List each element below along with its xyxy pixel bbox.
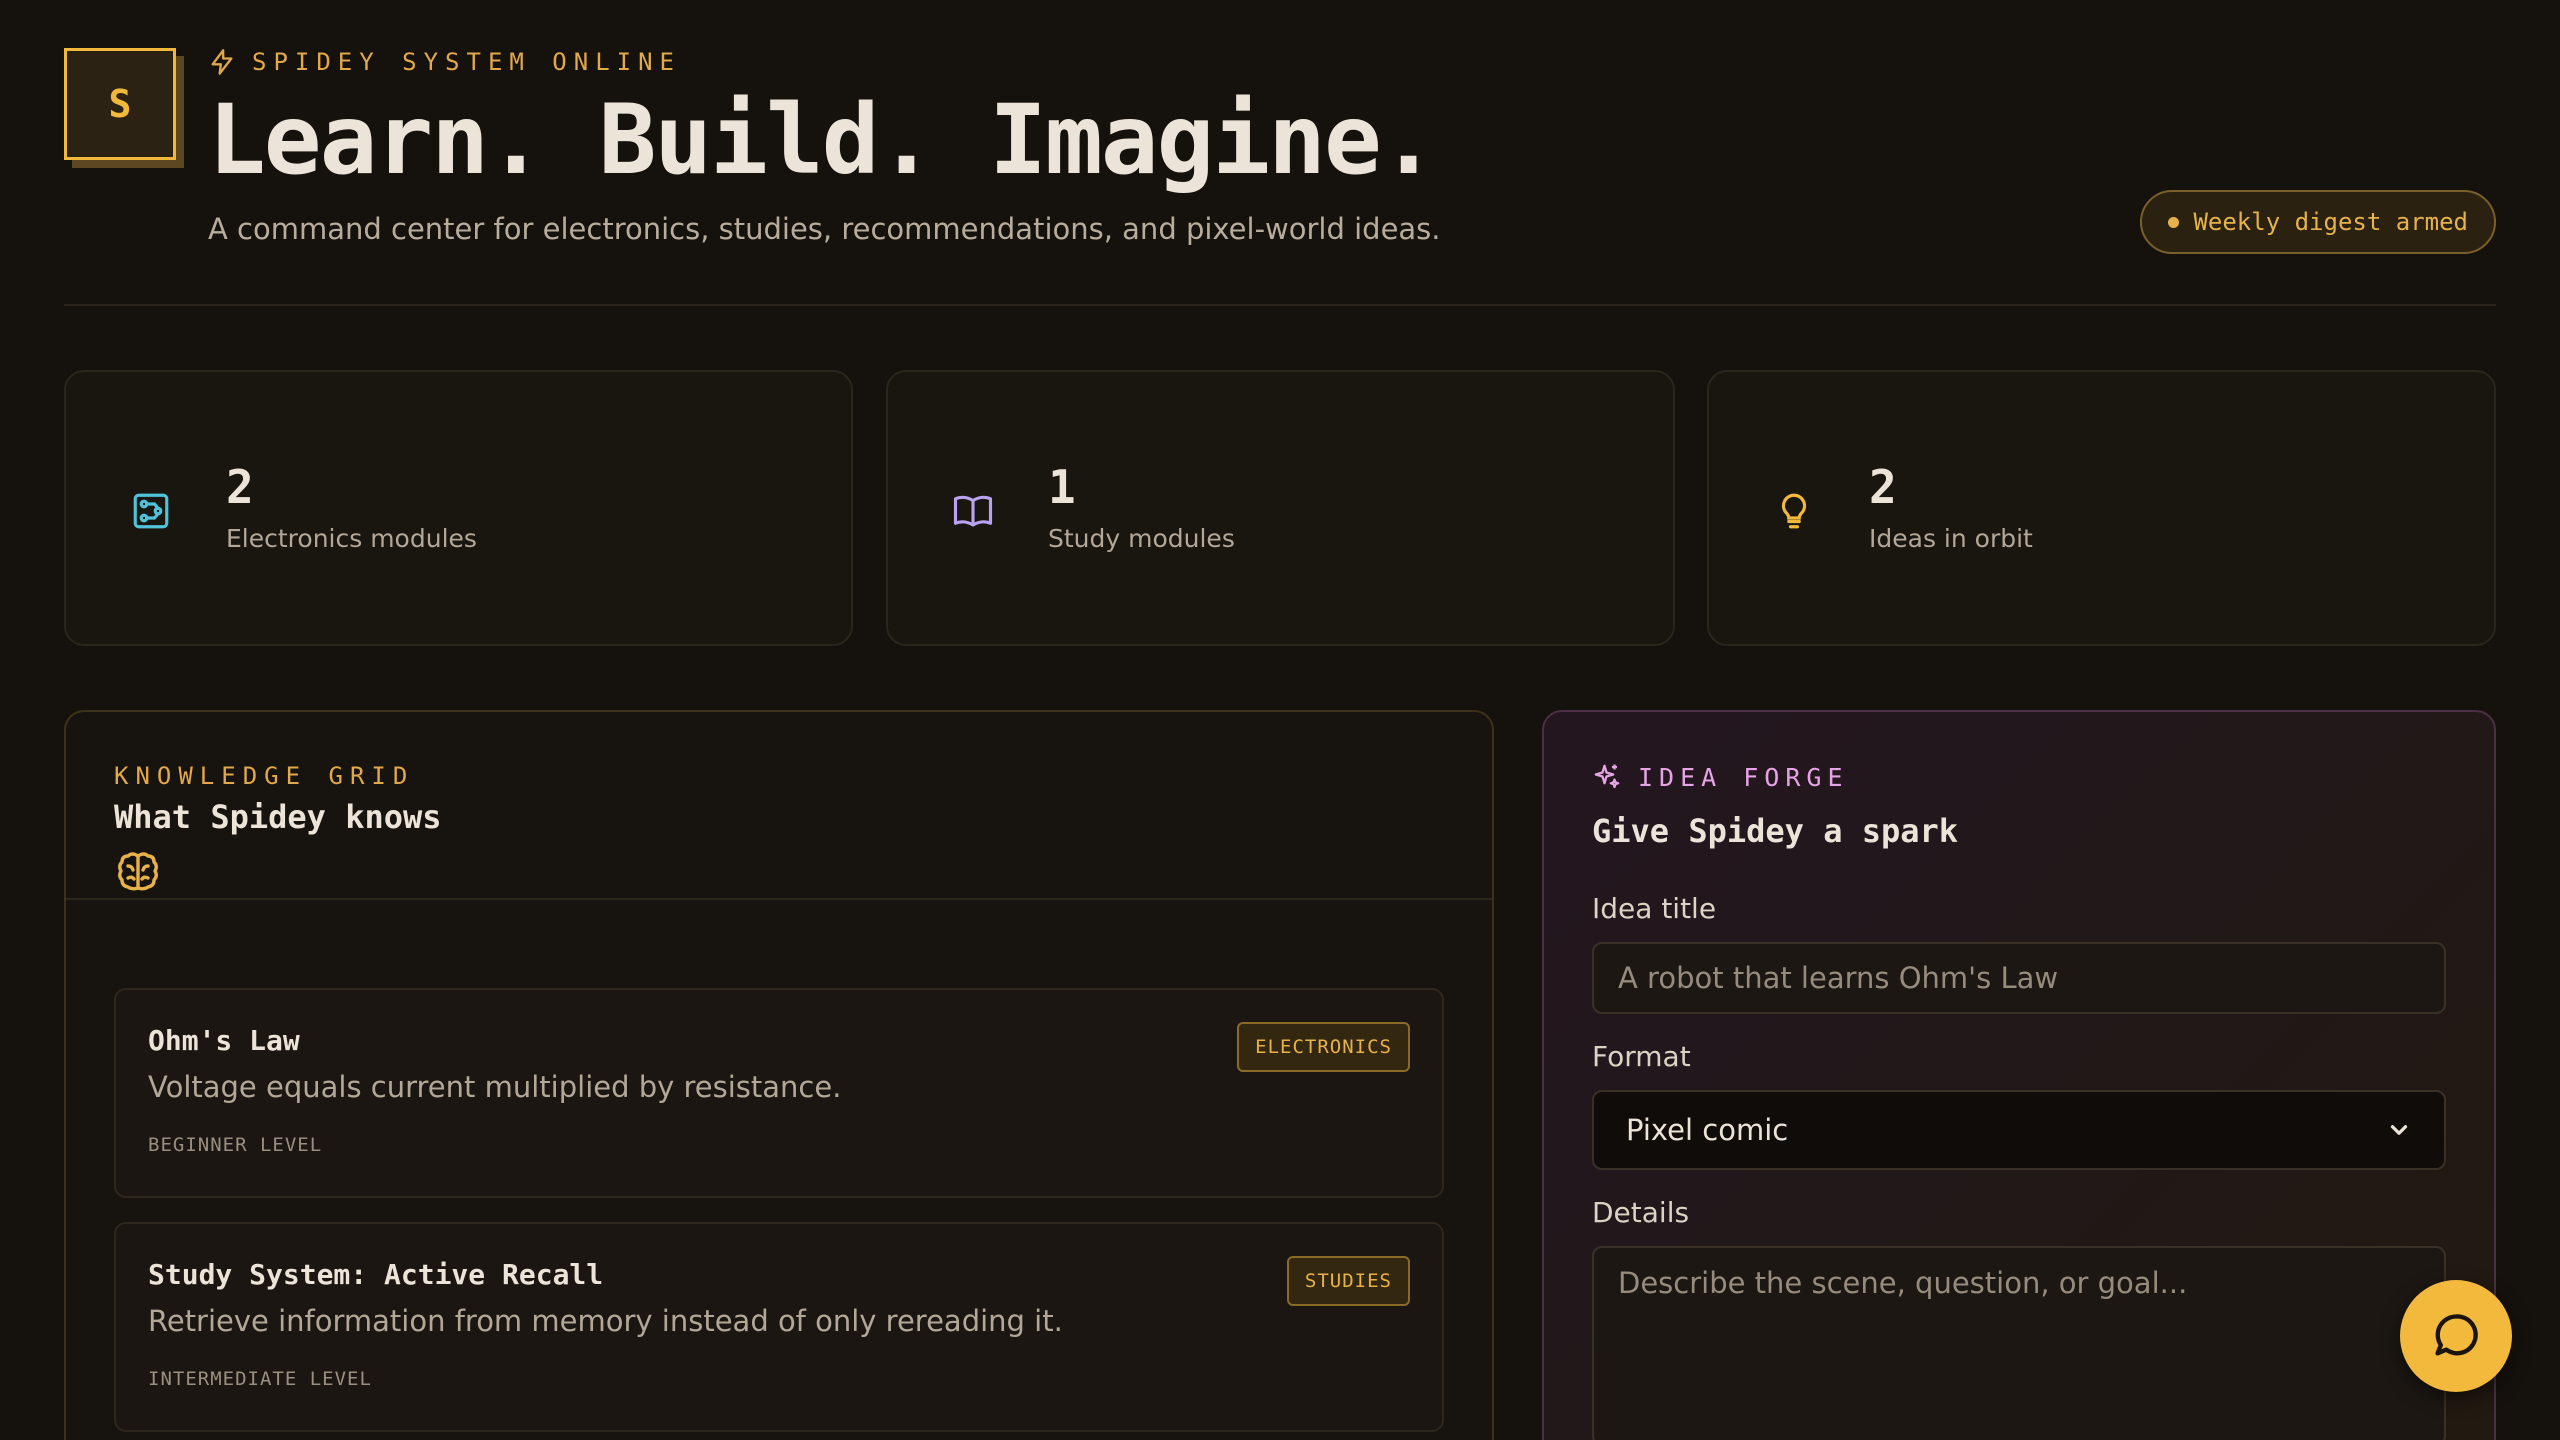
- forge-title: Give Spidey a spark: [1592, 812, 1959, 850]
- knowledge-card-description: Retrieve information from memory instead…: [148, 1304, 1063, 1338]
- status-text: SPIDEY SYSTEM ONLINE: [252, 48, 681, 76]
- chat-button[interactable]: [2400, 1280, 2512, 1392]
- knowledge-card-title: Ohm's Law: [148, 1024, 300, 1057]
- knowledge-card-description: Voltage equals current multiplied by res…: [148, 1070, 842, 1104]
- app-logo: S: [64, 48, 176, 160]
- stat-card-ideas: 2 Ideas in orbit: [1707, 370, 2496, 646]
- stat-card-electronics: 2 Electronics modules: [64, 370, 853, 646]
- chevron-down-icon: [2390, 1125, 2408, 1135]
- forge-kicker-text: IDEA FORGE: [1638, 762, 1849, 792]
- brain-icon: [118, 852, 158, 891]
- stat-value: 1: [1048, 460, 1076, 514]
- weekly-digest-badge[interactable]: Weekly digest armed: [2140, 190, 2496, 254]
- forge-kicker: IDEA FORGE: [1592, 762, 1849, 792]
- header-divider: [64, 304, 2496, 306]
- status-dot: [2168, 216, 2180, 228]
- details-label: Details: [1592, 1196, 1690, 1229]
- knowledge-card-level: BEGINNER LEVEL: [148, 1134, 323, 1156]
- format-select[interactable]: Pixel comic: [1592, 1090, 2446, 1170]
- stat-label: Ideas in orbit: [1869, 524, 2033, 553]
- knowledge-card[interactable]: Study System: Active Recall Retrieve inf…: [114, 1222, 1444, 1432]
- knowledge-kicker: KNOWLEDGE GRID: [114, 762, 415, 790]
- stat-label: Electronics modules: [226, 524, 477, 553]
- knowledge-grid-panel: KNOWLEDGE GRID What Spidey knows Ohm's L…: [64, 710, 1494, 1440]
- idea-forge-panel: IDEA FORGE Give Spidey a spark Idea titl…: [1542, 710, 2496, 1440]
- knowledge-divider: [66, 898, 1492, 900]
- sparkles-icon: [1594, 764, 1620, 789]
- format-label: Format: [1592, 1040, 1691, 1073]
- idea-title-input[interactable]: A robot that learns Ohm's Law: [1592, 942, 2446, 1014]
- chat-bubble-icon: [2435, 1314, 2478, 1356]
- book-open-icon: [953, 495, 993, 527]
- lightning-icon: [211, 49, 233, 75]
- page-subtitle: A command center for electronics, studie…: [208, 212, 1441, 246]
- logo-letter: S: [108, 82, 132, 126]
- digest-label: Weekly digest armed: [2193, 208, 2468, 236]
- knowledge-card-level: INTERMEDIATE LEVEL: [148, 1368, 372, 1390]
- details-textarea[interactable]: Describe the scene, question, or goal...: [1592, 1246, 2446, 1440]
- stat-label: Study modules: [1048, 524, 1235, 553]
- knowledge-card[interactable]: Ohm's Law Voltage equals current multipl…: [114, 988, 1444, 1198]
- knowledge-card-title: Study System: Active Recall: [148, 1258, 604, 1291]
- category-tag: STUDIES: [1286, 1256, 1410, 1306]
- circuit-icon: [133, 493, 169, 529]
- lightbulb-icon: [1781, 493, 1807, 529]
- format-selected-value: Pixel comic: [1626, 1113, 1789, 1147]
- stat-value: 2: [1869, 460, 1897, 514]
- page-title: Learn. Build. Imagine.: [208, 84, 1438, 196]
- system-status: SPIDEY SYSTEM ONLINE: [208, 48, 681, 76]
- details-placeholder: Describe the scene, question, or goal...: [1618, 1266, 2188, 1300]
- idea-title-placeholder: A robot that learns Ohm's Law: [1618, 961, 2059, 995]
- category-tag: ELECTRONICS: [1237, 1022, 1410, 1072]
- idea-title-label: Idea title: [1592, 892, 1717, 925]
- stat-card-studies: 1 Study modules: [886, 370, 1675, 646]
- knowledge-title: What Spidey knows: [114, 798, 442, 836]
- stat-value: 2: [226, 460, 254, 514]
